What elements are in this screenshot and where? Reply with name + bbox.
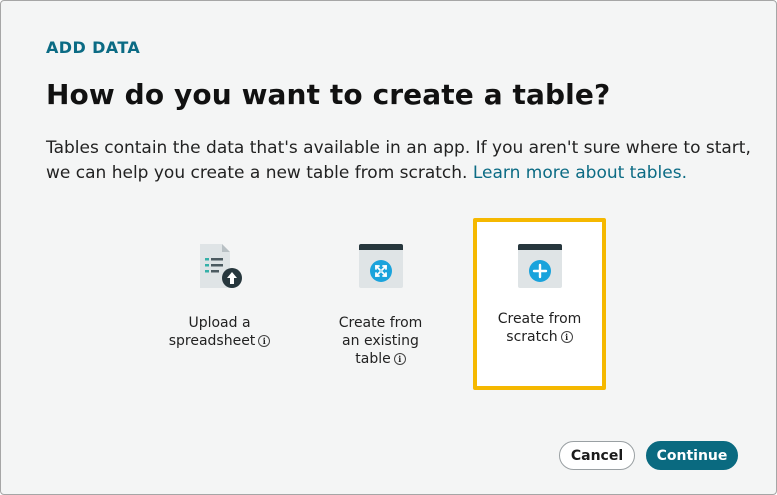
info-icon[interactable]: i — [560, 331, 573, 343]
option-label: Create from an existing table i — [321, 314, 441, 368]
option-label: Create from scratch i — [480, 310, 600, 346]
spreadsheet-upload-icon — [196, 242, 244, 290]
option-create-from-scratch[interactable]: Create from scratch i — [473, 218, 606, 390]
option-label-line: Create from — [497, 311, 582, 327]
add-data-dialog: ADD DATA How do you want to create a tab… — [0, 0, 777, 495]
cancel-button[interactable]: Cancel — [559, 441, 635, 470]
option-label: Upload a spreadsheet i — [160, 314, 280, 350]
option-label-line: scratch — [506, 329, 558, 345]
learn-more-link[interactable]: Learn more about tables. — [473, 163, 687, 183]
continue-button[interactable]: Continue — [646, 441, 738, 470]
table-add-icon — [516, 242, 564, 290]
option-upload-spreadsheet[interactable]: Upload a spreadsheet i — [153, 218, 286, 390]
info-icon[interactable]: i — [393, 353, 406, 365]
dialog-title: How do you want to create a table? — [46, 78, 611, 111]
dialog-eyebrow: ADD DATA — [46, 38, 141, 57]
option-label-line: spreadsheet — [168, 333, 256, 349]
dialog-description: Tables contain the data that's available… — [46, 136, 756, 186]
option-label-line: an existing — [342, 333, 419, 349]
info-icon[interactable]: i — [258, 335, 271, 347]
option-label-line: Upload a — [188, 315, 251, 331]
option-label-line: Create from — [338, 315, 423, 331]
option-create-from-existing[interactable]: Create from an existing table i — [314, 218, 447, 390]
table-expand-icon — [357, 242, 405, 290]
option-label-line: table — [355, 351, 391, 367]
